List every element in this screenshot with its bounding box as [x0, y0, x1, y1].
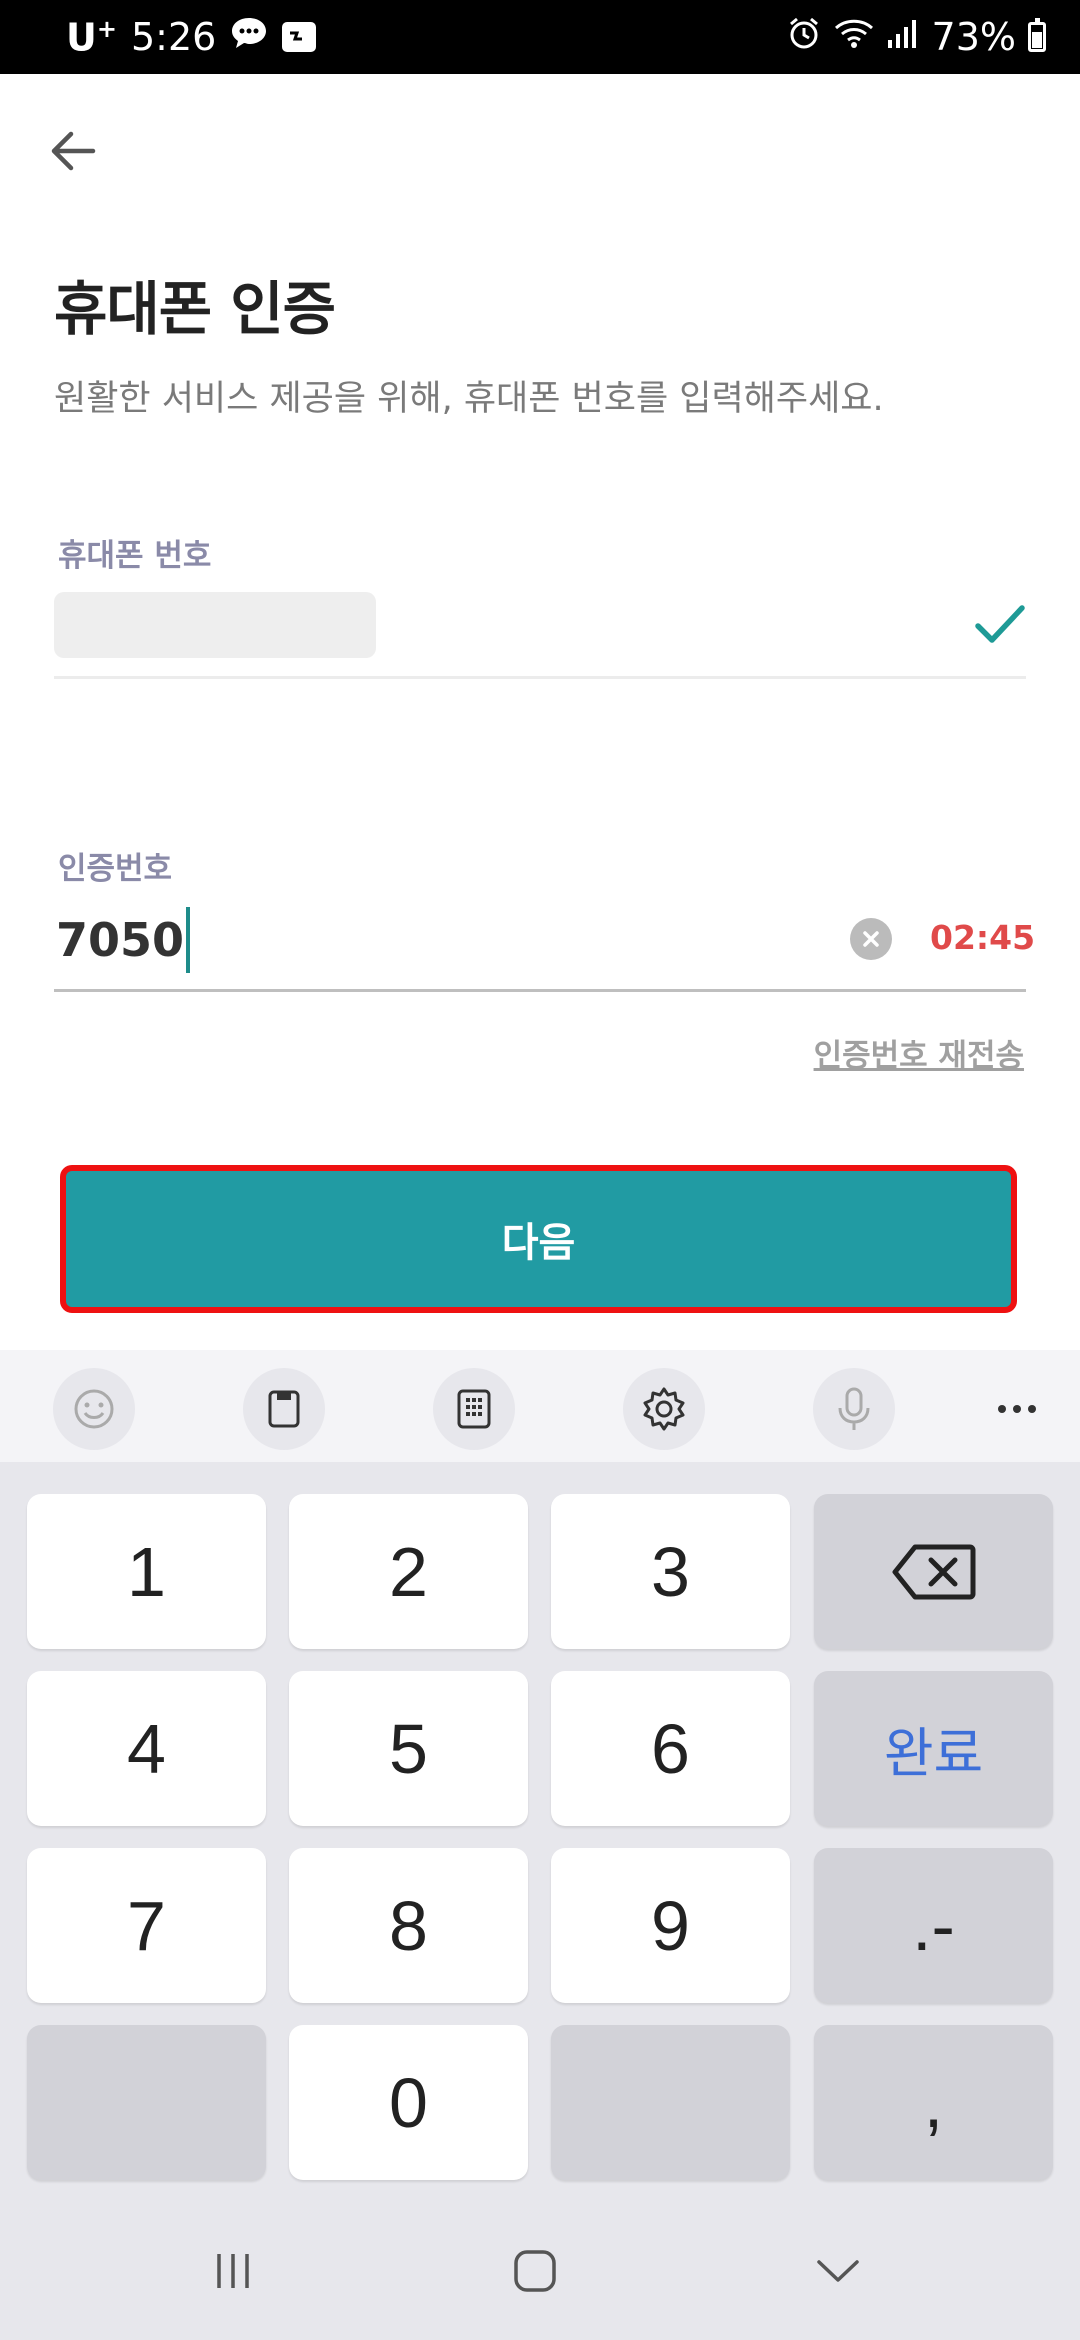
- verification-code-input[interactable]: 7050: [56, 904, 776, 976]
- dot-dash-key[interactable]: .-: [814, 1848, 1053, 2003]
- chevron-down-icon: [817, 2260, 859, 2282]
- signal-icon: [886, 15, 920, 59]
- key-8[interactable]: 8: [289, 1848, 528, 2003]
- key-1[interactable]: 1: [27, 1494, 266, 1649]
- keyboard-toolbar: [0, 1350, 1080, 1462]
- status-left: U+ 5:26: [66, 0, 317, 74]
- key-9[interactable]: 9: [551, 1848, 790, 2003]
- battery-percent: 73%: [931, 15, 1016, 59]
- next-button[interactable]: 다음: [60, 1165, 1017, 1313]
- check-icon: [974, 602, 1026, 646]
- battery-icon: [1028, 18, 1046, 52]
- key-7[interactable]: 7: [27, 1848, 266, 2003]
- emoji-icon[interactable]: [53, 1368, 135, 1450]
- empty-key-right: [551, 2025, 790, 2180]
- status-right: 73%: [786, 0, 1046, 74]
- wifi-icon: [834, 15, 874, 59]
- carrier-label: U+: [66, 14, 117, 60]
- status-bar: U+ 5:26 73%: [0, 0, 1080, 74]
- numeric-keyboard: 1 2 3 4 5 6 완료 7 8 9 .- 0 ,: [0, 1462, 1080, 2196]
- recent-apps-icon: [217, 2254, 249, 2288]
- comma-key[interactable]: ,: [814, 2025, 1053, 2180]
- resend-code-link[interactable]: 인증번호 재전송: [814, 1030, 1024, 1075]
- navigation-bar: [0, 2196, 1080, 2340]
- alarm-icon: [786, 15, 822, 60]
- back-button[interactable]: [40, 118, 106, 184]
- phone-field-label: 휴대폰 번호: [58, 538, 212, 574]
- phone-number-field-masked[interactable]: [54, 592, 376, 658]
- more-icon[interactable]: [976, 1368, 1058, 1450]
- key-2[interactable]: 2: [289, 1494, 528, 1649]
- hide-keyboard-button[interactable]: [793, 2236, 883, 2306]
- page-title: 휴대폰 인증: [54, 275, 336, 343]
- settings-icon[interactable]: [623, 1368, 705, 1450]
- app-notification-icon: [282, 22, 317, 52]
- clipboard-icon[interactable]: [243, 1368, 325, 1450]
- key-3[interactable]: 3: [551, 1494, 790, 1649]
- back-arrow-icon: [51, 131, 96, 171]
- code-value: 7050: [56, 913, 185, 967]
- done-key[interactable]: 완료: [814, 1671, 1053, 1826]
- home-icon: [514, 2250, 556, 2292]
- code-field-underline: [54, 989, 1026, 992]
- backspace-icon: [892, 1544, 975, 1599]
- recent-apps-button[interactable]: [188, 2236, 278, 2306]
- keypad-icon[interactable]: [433, 1368, 515, 1450]
- empty-key-left: [27, 2025, 266, 2180]
- phone-field-underline: [54, 676, 1026, 679]
- text-cursor: [186, 907, 191, 973]
- backspace-key[interactable]: [814, 1494, 1053, 1649]
- status-time: 5:26: [130, 15, 217, 59]
- code-field-label: 인증번호: [58, 851, 173, 887]
- page-subtitle: 원활한 서비스 제공을 위해, 휴대폰 번호를 입력해주세요.: [54, 379, 884, 419]
- countdown-timer: 02:45: [930, 918, 1036, 957]
- key-6[interactable]: 6: [551, 1671, 790, 1826]
- chat-icon: [230, 15, 268, 59]
- key-5[interactable]: 5: [289, 1671, 528, 1826]
- key-0[interactable]: 0: [289, 2025, 528, 2180]
- mic-icon[interactable]: [813, 1368, 895, 1450]
- home-button[interactable]: [490, 2236, 580, 2306]
- key-4[interactable]: 4: [27, 1671, 266, 1826]
- clear-input-icon[interactable]: [850, 918, 892, 960]
